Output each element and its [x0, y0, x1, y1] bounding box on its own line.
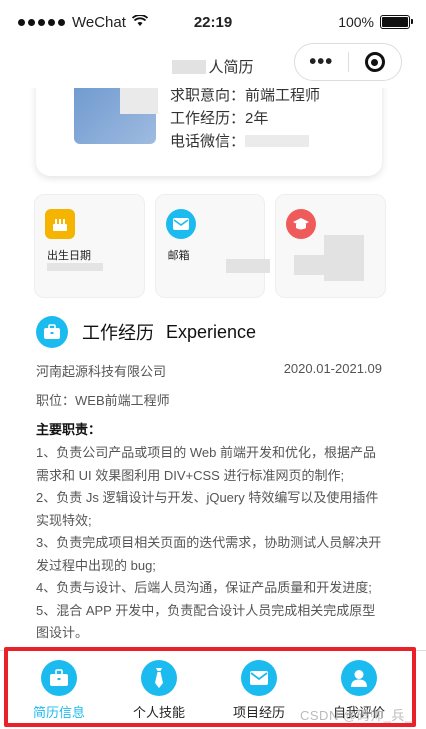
watermark: CSDN @码帅_兵_: [300, 708, 413, 723]
experience-label: 工作经历：: [170, 110, 246, 127]
work-section-header: 工作经历 Experience: [36, 316, 256, 348]
contact-info: 电话微信：: [170, 130, 310, 151]
avatar-mask: [120, 86, 158, 114]
cake-icon: [45, 209, 75, 239]
duties-list: 1、负责公司产品或项目的 Web 前端开发和优化，根据产品需求和 UI 效果图利…: [36, 442, 386, 645]
tab-label: 项目经历: [232, 705, 285, 720]
envelope-icon: [241, 660, 277, 696]
duty-item: 4、负责与设计、后端人员沟通，保证产品质量和开发进度;: [36, 580, 372, 595]
graduation-cap-icon: [286, 209, 317, 239]
briefcase-icon: [41, 660, 77, 696]
battery-percent: 100%: [338, 14, 374, 30]
tile-label: 邮箱: [167, 250, 190, 262]
tile-label: 出生日期: [47, 250, 91, 262]
job-position: 职位：WEB前端工程师: [36, 393, 170, 408]
tie-icon: [141, 660, 177, 696]
duty-item: 3、负责完成项目相关页面的迭代需求，协助测试人员解决开发过程中出现的 bug;: [36, 535, 382, 573]
briefcase-icon: [36, 316, 68, 348]
tile-value-mask: [225, 259, 270, 273]
duties-heading: 主要职责：: [36, 422, 102, 437]
contact-label: 电话微信：: [170, 133, 246, 150]
duty-item: 1、负责公司产品或项目的 Web 前端开发和优化，根据产品需求和 UI 效果图利…: [36, 445, 376, 483]
tab-resume-info[interactable]: 简历信息: [14, 660, 104, 721]
tile-birthday: 出生日期: [34, 194, 145, 298]
job-intent-value: 前端工程师: [245, 87, 321, 104]
tile-value-mask: [294, 255, 325, 275]
tile-email: 邮箱: [154, 194, 270, 298]
tile-education: [275, 194, 387, 298]
tab-label: 个人技能: [132, 705, 185, 720]
tile-value-mask: [324, 235, 365, 281]
contact-value-mask: [245, 135, 310, 147]
user-icon: [341, 660, 377, 696]
tab-label: 简历信息: [32, 705, 85, 720]
tile-value-mask: [47, 263, 103, 271]
job-intent-label: 求职意向：: [170, 87, 246, 104]
duty-item: 2、负责 Js 逻辑设计与开发、jQuery 特效编写以及使用插件实现特效;: [36, 490, 379, 528]
work-period: 2020.01-2021.09: [283, 361, 382, 376]
status-bar: WeChat 22:19 100%: [0, 0, 426, 40]
more-icon[interactable]: •••: [295, 43, 348, 81]
experience-value: 2年: [245, 110, 269, 127]
info-tiles: 出生日期 邮箱: [34, 194, 387, 298]
section-title: 工作经历: [82, 323, 154, 343]
work-experience-years: 工作经历：2年: [170, 107, 268, 128]
page-title-text: 人简历: [208, 59, 254, 76]
battery-status: 100%: [338, 14, 413, 30]
close-miniprogram-button[interactable]: [348, 52, 401, 72]
mail-icon: [165, 209, 196, 239]
target-icon: [364, 52, 385, 72]
company-name: 河南起源科技有限公司: [36, 364, 167, 379]
miniprogram-capsule: •••: [294, 43, 402, 81]
tab-projects[interactable]: 项目经历: [214, 660, 304, 721]
nav-bar: 人简历 •••: [0, 40, 426, 88]
battery-icon: [380, 15, 413, 29]
duty-item: 5、混合 APP 开发中，负责配合设计人员完成相关完成原型图设计。: [36, 602, 376, 641]
title-mask: [172, 60, 207, 74]
tab-skills[interactable]: 个人技能: [114, 660, 204, 721]
section-title-en: Experience: [166, 321, 257, 342]
